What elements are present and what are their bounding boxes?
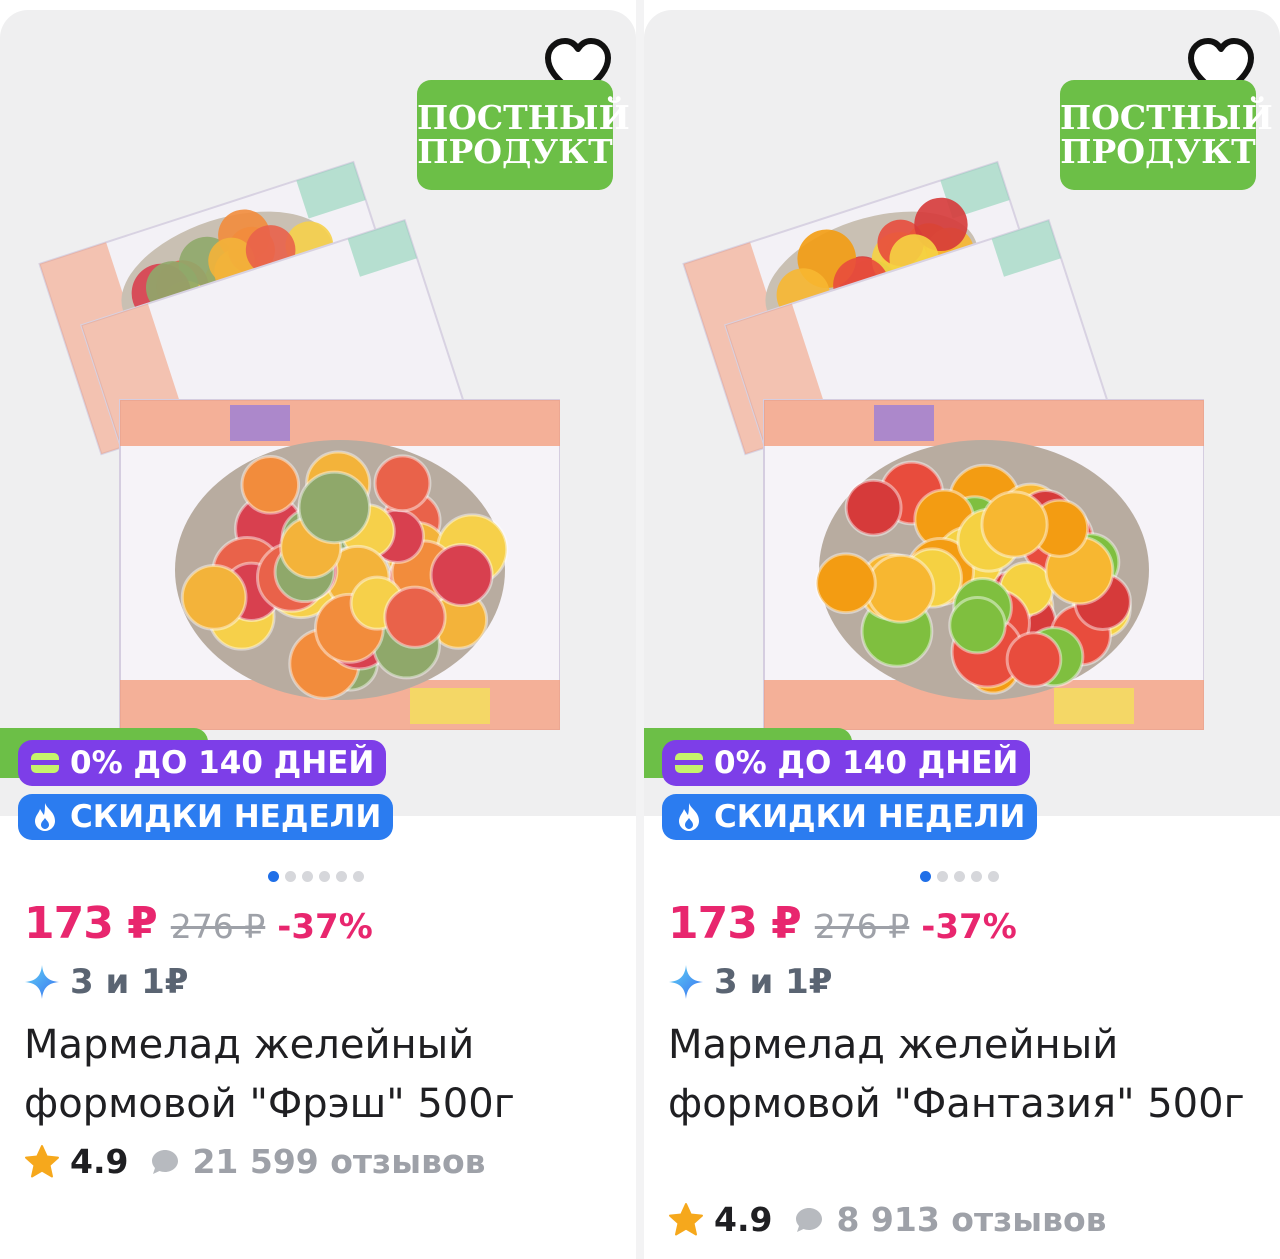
reviews-count: 8 913 отзывов	[836, 1200, 1107, 1239]
candy	[815, 552, 877, 615]
carousel-dot[interactable]	[353, 871, 364, 882]
image-carousel-dots[interactable]	[920, 871, 999, 882]
current-price: 173 ₽	[24, 898, 158, 949]
reviews-count: 21 599 отзывов	[192, 1142, 486, 1181]
price-row: 173 ₽ 276 ₽ -37%	[668, 898, 1017, 949]
cards-gap	[636, 0, 644, 1259]
rating-row[interactable]: 4.9 21 599 отзывов	[24, 1142, 486, 1181]
product-image[interactable]	[30, 150, 560, 730]
candy	[180, 563, 248, 631]
carousel-dot[interactable]	[988, 871, 999, 882]
weekly-sale-label: СКИДКИ НЕДЕЛИ	[714, 799, 1026, 835]
product-title[interactable]: Мармелад желейный формовой "Фантазия" 50…	[668, 1016, 1268, 1134]
lenten-product-badge: ПОСТНЫЙ ПРОДУКТ	[417, 80, 630, 190]
sparkle-icon	[25, 965, 59, 999]
discount-percent: -37%	[921, 907, 1017, 947]
product-title[interactable]: Мармелад желейный формовой "Фрэш" 500г	[24, 1016, 624, 1134]
discount-percent: -37%	[277, 907, 373, 947]
carousel-dot[interactable]	[319, 871, 330, 882]
product-card[interactable]: ПОСТНЫЙ ПРОДУКТ 0% ДО 140 ДНЕЙ СКИДКИ НЕ…	[0, 0, 636, 1259]
fire-icon	[674, 802, 704, 832]
carousel-dot[interactable]	[937, 871, 948, 882]
carousel-dot[interactable]	[268, 871, 279, 882]
candy	[948, 596, 1007, 655]
installment-label: 0% ДО 140 ДНЕЙ	[70, 745, 375, 781]
product-image[interactable]	[674, 150, 1204, 730]
rating-row[interactable]: 4.9 8 913 отзывов	[668, 1200, 1107, 1239]
weekly-sale-badge[interactable]: СКИДКИ НЕДЕЛИ	[18, 794, 394, 840]
star-icon	[669, 1202, 703, 1235]
current-price: 173 ₽	[668, 898, 802, 949]
lenten-line-2: ПРОДУКТ	[1060, 132, 1256, 171]
card-icon	[30, 748, 60, 778]
carousel-dot[interactable]	[285, 871, 296, 882]
price-row: 173 ₽ 276 ₽ -37%	[24, 898, 373, 949]
carousel-dot[interactable]	[302, 871, 313, 882]
old-price: 276 ₽	[814, 907, 910, 946]
installment-badge[interactable]: 0% ДО 140 ДНЕЙ	[18, 740, 387, 786]
star-icon	[25, 1144, 59, 1177]
cashback-row: 3 и 1₽	[668, 962, 832, 1002]
carousel-dot[interactable]	[971, 871, 982, 882]
candy	[240, 455, 301, 515]
installment-badge[interactable]: 0% ДО 140 ДНЕЙ	[662, 740, 1031, 786]
image-carousel-dots[interactable]	[268, 871, 364, 882]
weekly-sale-badge[interactable]: СКИДКИ НЕДЕЛИ	[662, 794, 1038, 840]
carousel-dot[interactable]	[336, 871, 347, 882]
candy	[297, 470, 372, 545]
cashback-row: 3 и 1₽	[24, 962, 188, 1002]
candy	[865, 553, 936, 624]
cashback-label: 3 и 1₽	[70, 962, 189, 1002]
candy	[383, 585, 447, 649]
weekly-sale-label: СКИДКИ НЕДЕЛИ	[70, 799, 382, 835]
candy	[373, 454, 432, 513]
candy	[844, 478, 903, 537]
candy-box-front	[763, 399, 1204, 730]
candy-box-front	[119, 399, 560, 730]
fire-icon	[30, 802, 60, 832]
product-card[interactable]: ПОСТНЫЙ ПРОДУКТ 0% ДО 140 ДНЕЙ СКИДКИ НЕ…	[644, 0, 1280, 1259]
carousel-dot[interactable]	[954, 871, 965, 882]
carousel-dot[interactable]	[920, 871, 931, 882]
lenten-line-1: ПОСТНЫЙ	[417, 98, 630, 137]
lenten-line-1: ПОСТНЫЙ	[1060, 98, 1273, 137]
lenten-product-badge: ПОСТНЫЙ ПРОДУКТ	[1060, 80, 1273, 190]
candy	[980, 490, 1049, 559]
old-price: 276 ₽	[170, 907, 266, 946]
sparkle-icon	[669, 965, 703, 999]
candy	[429, 542, 494, 607]
installment-label: 0% ДО 140 ДНЕЙ	[714, 745, 1019, 781]
cashback-label: 3 и 1₽	[714, 962, 833, 1002]
candy	[1005, 631, 1063, 688]
comment-bubble-icon	[152, 1149, 179, 1174]
rating-value: 4.9	[714, 1200, 773, 1239]
lenten-line-2: ПРОДУКТ	[417, 132, 613, 171]
rating-value: 4.9	[70, 1142, 129, 1181]
comment-bubble-icon	[796, 1207, 823, 1232]
card-icon	[674, 748, 704, 778]
